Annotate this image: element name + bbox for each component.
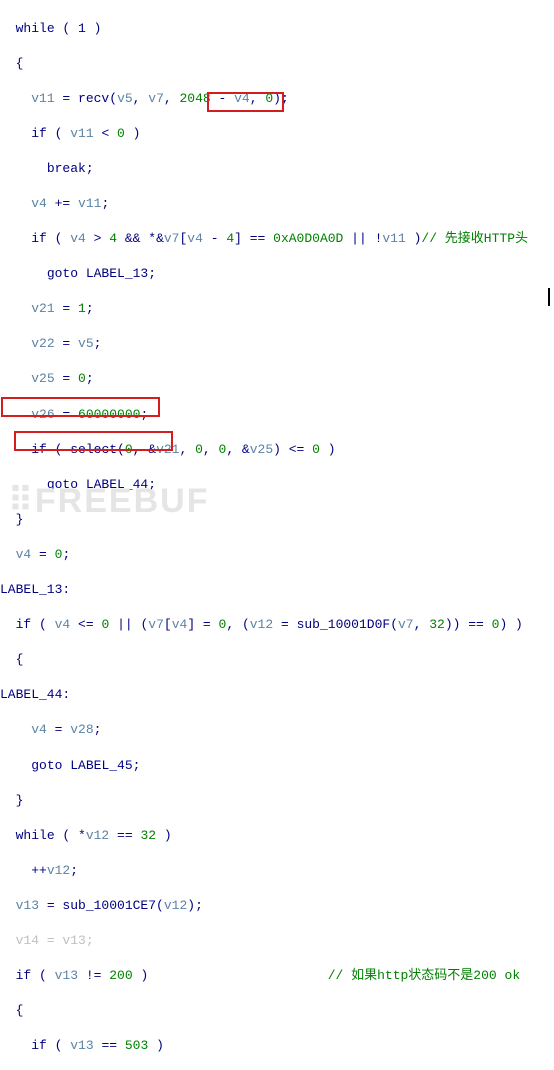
hex-constant: 0xA0D0A0D xyxy=(273,231,343,246)
var-v11: v11 xyxy=(31,91,54,106)
brace-open: { xyxy=(16,56,24,71)
keyword-break: break; xyxy=(47,161,94,176)
sub-10001CE7: sub_10001CE7 xyxy=(62,898,156,913)
comment-http-status: // 如果http状态码不是200 ok xyxy=(328,968,520,983)
text-cursor xyxy=(548,288,550,306)
label-44: LABEL_44: xyxy=(0,687,70,702)
brace-close: } xyxy=(16,512,24,527)
decompiled-code: while ( 1 ) { v11 = recv(v5, v7, 2048 - … xyxy=(0,0,554,1070)
comment-recv-http-header: // 先接收HTTP头 xyxy=(421,231,528,246)
sub-10001D0F: sub_10001D0F xyxy=(297,617,391,632)
call-recv: recv xyxy=(78,91,109,106)
keyword-while: while ( 1 ) xyxy=(16,21,102,36)
label-13: LABEL_13: xyxy=(0,582,70,597)
call-select: select xyxy=(70,442,117,457)
